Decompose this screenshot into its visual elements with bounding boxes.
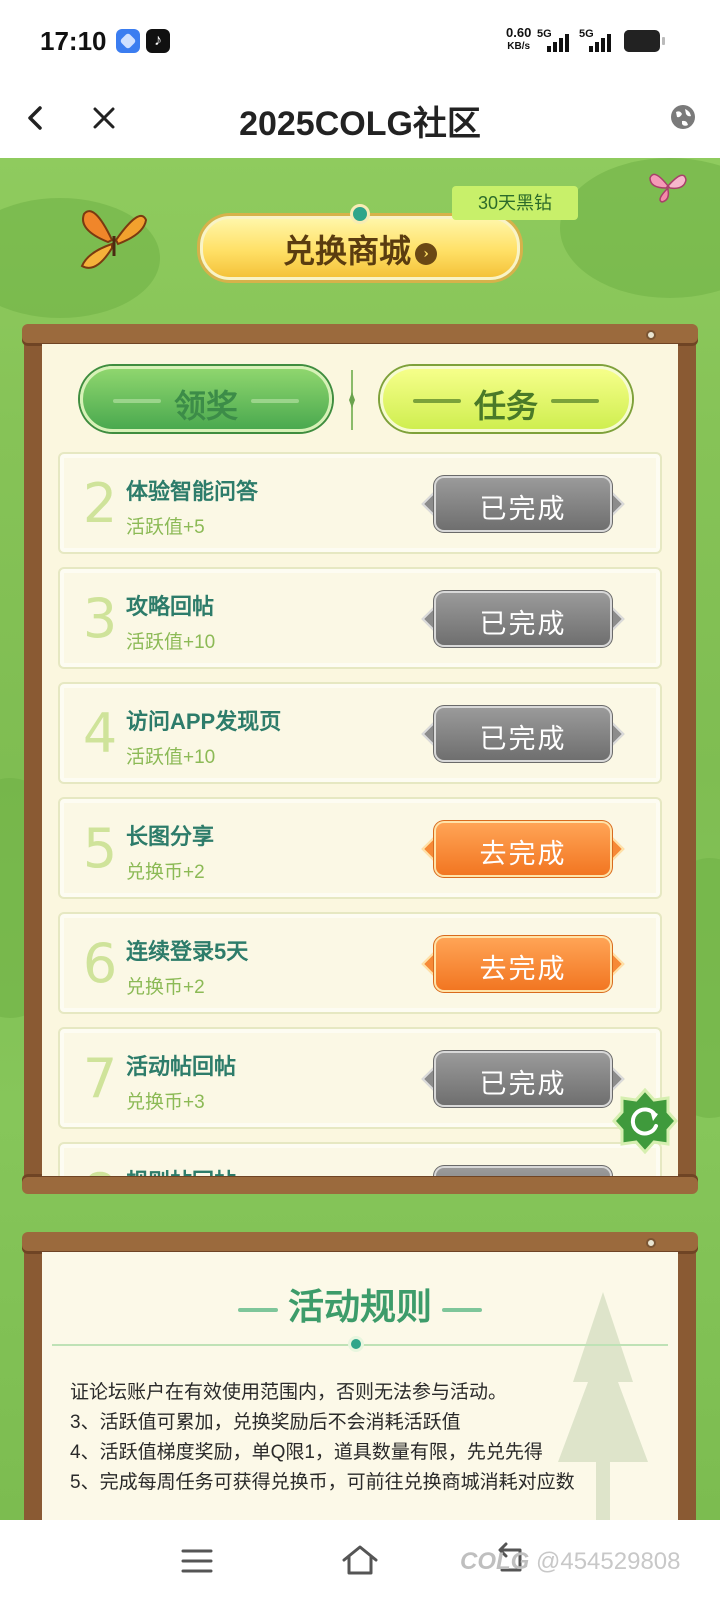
page-title: 2025COLG社区 — [239, 105, 481, 143]
globe-icon[interactable] — [668, 102, 698, 132]
task-number: 2 — [82, 472, 118, 535]
status-time: 17:10 — [40, 26, 107, 56]
task-button-label: 已完成 — [479, 494, 567, 525]
nail-icon — [646, 1238, 656, 1248]
grass-decoration — [560, 158, 720, 298]
task-reward: 活跃值+5 — [126, 517, 205, 538]
task-number: 6 — [82, 932, 118, 995]
rules-panel: 活动规则 证论坛账户在有效使用范围内，否则无法参与活动。 3、活跃值可累加，兑换… — [22, 1232, 698, 1520]
refresh-button[interactable] — [611, 1087, 679, 1155]
signal-sim1-icon: 5G — [537, 28, 575, 52]
task-reward: 兑换币+3 — [126, 1092, 205, 1113]
butterfly-icon — [646, 166, 690, 206]
tab-reward-label: 领奖 — [173, 387, 238, 425]
task-completed-button[interactable]: 已完成 — [421, 474, 625, 534]
task-card: 2 体验智能问答活跃值+5 已完成 — [58, 452, 662, 554]
task-completed-button[interactable]: 已完成 — [424, 1164, 622, 1176]
task-card: 6 连续登录5天兑换币+2 去完成 — [58, 912, 662, 1014]
task-name: 连续登录5天 — [126, 939, 249, 964]
task-reward: 活跃值+10 — [126, 747, 216, 768]
rules-title: 活动规则 — [42, 1278, 678, 1330]
task-reward: 兑换币+2 — [126, 977, 205, 998]
app-notification-icon — [116, 29, 140, 53]
rules-line: 5、完成每周任务可获得兑换币，可前往兑换商城消耗对应数 — [70, 1472, 575, 1493]
task-reward: 活跃值+10 — [126, 632, 216, 653]
status-bar: 17:10 ♪ 0.60 KB/s 5G 5G — [0, 0, 720, 80]
gem-icon — [348, 1336, 364, 1352]
task-go-complete-button[interactable]: 去完成 — [421, 934, 625, 994]
tab-reward[interactable]: 领奖 — [80, 366, 332, 432]
network-speed-value: 0.60 — [506, 25, 532, 40]
task-completed-button[interactable]: 已完成 — [421, 589, 625, 649]
arrow-right-icon: › — [415, 242, 437, 265]
watermark: COLG @454529808 — [460, 1548, 681, 1575]
butterfly-icon — [74, 200, 154, 280]
network-speed-unit: KB/s — [507, 41, 531, 52]
task-name: 规则帖回帖 — [126, 1164, 236, 1176]
task-board: 领奖 任务 2 体验智能问答活跃值+5 已完成 3 攻略回帖活跃值+10 已完成 4 访问AP… — [22, 324, 698, 1194]
task-number: 8 — [78, 1162, 122, 1176]
task-go-complete-button[interactable]: 去完成 — [421, 819, 625, 879]
tab-task-label: 任务 — [473, 387, 538, 425]
task-button-label: 已完成 — [479, 724, 567, 755]
menu-icon[interactable] — [180, 1546, 214, 1576]
task-card: 8规则帖回帖活跃值+90已完成 — [58, 1142, 662, 1176]
task-completed-button[interactable]: 已完成 — [421, 704, 625, 764]
task-card: 3 攻略回帖活跃值+10 已完成 — [58, 567, 662, 669]
task-list: 2 体验智能问答 活跃值+5 已完成 3 攻略回帖 活跃值+10 已完成 4 访问APP发现页 活跃… — [58, 452, 662, 1176]
task-name: 体验智能问答 — [126, 479, 259, 504]
task-name: 活动帖回帖 — [126, 1054, 237, 1079]
task-card: 5 长图分享兑换币+2 去完成 — [58, 797, 662, 899]
nail-icon — [646, 330, 656, 340]
task-name: 访问APP发现页 — [126, 709, 282, 734]
task-button-label: 已完成 — [479, 1069, 567, 1100]
task-name: 长图分享 — [126, 824, 215, 849]
task-reward: 兑换币+2 — [126, 862, 205, 883]
task-number: 5 — [82, 817, 118, 880]
task-button-label: 去完成 — [479, 954, 567, 985]
task-card: 7 活动帖回帖兑换币+3 已完成 — [58, 1027, 662, 1129]
tiktok-icon: ♪ — [146, 29, 170, 53]
gem-icon — [350, 204, 370, 224]
system-nav-bar: COLG @454529808 — [0, 1520, 720, 1608]
signal-sim2-icon: 5G — [579, 28, 617, 52]
task-completed-button[interactable]: 已完成 — [421, 1049, 625, 1109]
task-number: 3 — [82, 587, 118, 650]
tab-task[interactable]: 任务 — [380, 366, 632, 432]
nav-bar: 2025COLG社区 — [0, 80, 720, 158]
exchange-shop-button[interactable]: 兑换商城 › — [190, 204, 530, 286]
event-page: 兑换商城 › 30天黑钻 领奖 任务 2 体验智能问答 活跃值+5 已完成 3 攻略回帖 活跃… — [0, 158, 720, 1520]
task-card: 4 访问APP发现页活跃值+10 已完成 — [58, 682, 662, 784]
exchange-shop-label: 兑换商城 — [282, 232, 411, 270]
black-diamond-badge: 30天黑钻 — [452, 186, 578, 220]
task-button-label: 去完成 — [479, 839, 567, 870]
network-speed: 0.60 KB/s — [506, 26, 531, 54]
home-icon[interactable] — [340, 1542, 380, 1578]
task-name: 攻略回帖 — [126, 594, 215, 619]
rules-line: 证论坛账户在有效使用范围内，否则无法参与活动。 — [70, 1382, 508, 1403]
rules-line: 3、活跃值可累加，兑换奖励后不会消耗活跃值 — [70, 1412, 461, 1433]
task-number: 7 — [82, 1047, 118, 1110]
rules-line: 4、活跃值梯度奖励，单Q限1，道具数量有限，先兑先得 — [70, 1442, 543, 1463]
tab-divider — [349, 370, 355, 430]
task-number: 4 — [82, 702, 118, 765]
rules-text: 证论坛账户在有效使用范围内，否则无法参与活动。 3、活跃值可累加，兑换奖励后不会… — [70, 1378, 666, 1498]
battery-icon — [624, 30, 665, 52]
task-button-label: 已完成 — [479, 609, 567, 640]
